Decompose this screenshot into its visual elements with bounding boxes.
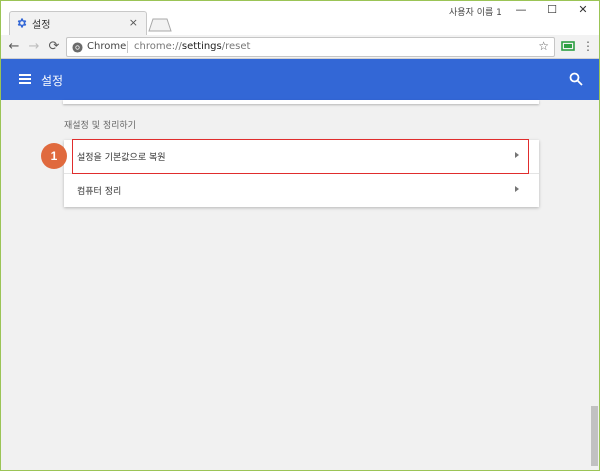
menu-icon[interactable]: ⋮ — [582, 38, 594, 54]
annotation-step-badge: 1 — [41, 143, 67, 169]
toolbar: ← → ⟳ Chrome chrome://settings/reset ☆ ⋮ — [1, 35, 599, 59]
profile-name[interactable]: 사용자 이름 1 — [449, 5, 502, 18]
arrow-right-icon — [515, 186, 519, 192]
search-icon[interactable] — [569, 72, 583, 86]
back-button[interactable]: ← — [6, 39, 22, 55]
restore-defaults-row[interactable]: 설정을 기본값으로 복원 — [64, 140, 539, 173]
gear-icon — [17, 18, 27, 28]
previous-card-edge — [63, 100, 539, 104]
bookmark-star-icon[interactable]: ☆ — [538, 39, 549, 53]
url-text[interactable]: chrome://settings/reset — [134, 41, 250, 52]
settings-header: 설정 — [1, 59, 599, 100]
browser-window: 설정 × 사용자 이름 1 — ☐ ✕ ← → ⟳ Chrome chrome:… — [0, 0, 600, 471]
page-title: 설정 — [41, 74, 64, 88]
section-title: 재설정 및 정리하기 — [64, 121, 136, 131]
tab-title: 설정 — [32, 20, 51, 31]
cleanup-computer-row[interactable]: 컴퓨터 정리 — [64, 173, 539, 206]
url-path: /reset — [221, 41, 251, 52]
forward-button[interactable]: → — [26, 39, 42, 55]
reset-card: 설정을 기본값으로 복원 컴퓨터 정리 — [64, 140, 539, 207]
scrollbar-thumb[interactable] — [591, 406, 598, 466]
maximize-button[interactable]: ☐ — [539, 3, 565, 19]
title-bar: 설정 × 사용자 이름 1 — ☐ ✕ — [1, 1, 599, 35]
row-label: 컴퓨터 정리 — [77, 187, 122, 197]
url-host: settings — [181, 41, 222, 52]
minimize-button[interactable]: — — [508, 3, 534, 19]
tab-settings[interactable]: 설정 × — [9, 11, 147, 35]
new-tab-button[interactable] — [148, 18, 172, 32]
hamburger-menu-icon[interactable] — [19, 74, 31, 84]
row-label: 설정을 기본값으로 복원 — [77, 153, 166, 163]
address-bar[interactable]: Chrome chrome://settings/reset ☆ — [66, 37, 555, 57]
close-button[interactable]: ✕ — [570, 3, 596, 19]
reload-button[interactable]: ⟳ — [46, 39, 62, 55]
tab-close-icon[interactable]: × — [129, 16, 138, 29]
arrow-right-icon — [515, 152, 519, 158]
omnibox-separator — [127, 41, 128, 53]
chrome-icon — [72, 42, 83, 53]
site-label: Chrome — [87, 41, 127, 52]
url-scheme: chrome:// — [134, 41, 182, 52]
cast-icon[interactable] — [561, 40, 575, 53]
